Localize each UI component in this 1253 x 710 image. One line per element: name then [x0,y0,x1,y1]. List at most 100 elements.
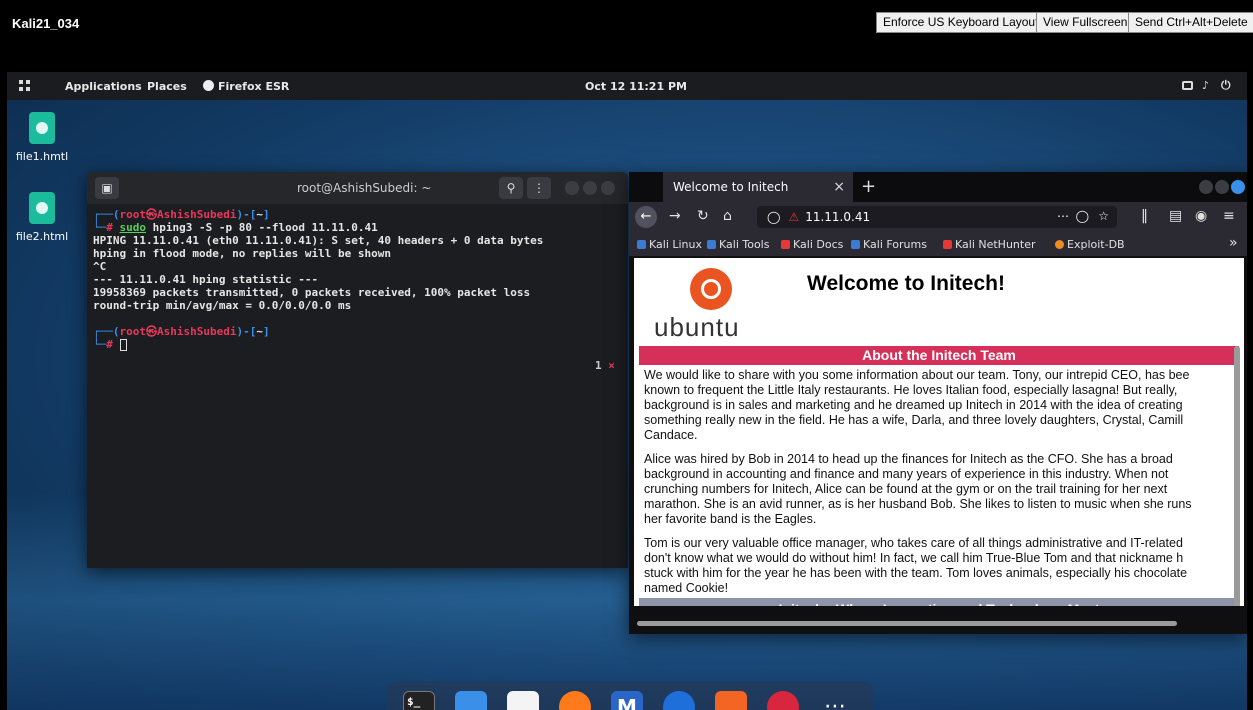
power-icon[interactable]: ⏻ [1221,78,1233,92]
url-text: 11.11.0.41 [805,210,871,224]
output-line: --- 11.11.0.41 hping statistic --- [93,273,319,286]
desktop-file-file1[interactable]: file1.hmtl [7,112,77,163]
new-tab-icon[interactable]: ▣ [95,177,119,199]
reload-button[interactable]: ↻ [697,208,709,224]
metasploit-icon[interactable]: M [611,691,643,710]
kali-tools-icon [707,240,716,249]
browser-tab[interactable]: Welcome to Initech × [663,172,853,202]
burpsuite-icon[interactable] [715,691,747,710]
enforce-keyboard-layout-button[interactable]: Enforce US Keyboard Layout [876,12,1046,33]
kali-docs-icon [781,240,790,249]
exploit-db-icon [1055,240,1064,249]
close-tab-icon[interactable]: × [833,179,845,195]
terminal-tab-badge[interactable]: 1 × [595,359,615,372]
prompt-user: root [119,208,147,221]
bookmark-kali-docs[interactable]: Kali Docs [781,238,843,251]
output-line: round-trip min/avg/max = 0.0/0.0/0.0 ms [93,299,352,312]
command-sudo: sudo [119,221,147,234]
tab-close-icon[interactable]: × [608,359,615,372]
new-tab-button[interactable]: + [861,176,876,197]
bookmark-label: Exploit-DB [1067,238,1125,251]
library-icon[interactable]: ‖ [1141,208,1148,224]
files-icon[interactable] [455,691,487,710]
bookmark-label: Kali Forums [863,238,927,251]
minimize-button[interactable] [565,181,579,195]
ubuntu-wordmark: ubuntu [654,312,740,342]
insecure-lock-icon[interactable]: ⚠ [788,210,799,224]
desktop: Applications Places Firefox ESR Oct 12 1… [7,72,1247,710]
show-apps-icon[interactable]: ⋯ [819,691,851,710]
send-ctrl-alt-delete-button[interactable]: Send Ctrl+Alt+Delete [1128,12,1253,33]
firefox-icon[interactable] [559,691,591,710]
forward-button[interactable]: → [669,208,681,224]
terminal-output[interactable]: ┌──(root㉿AshishSubedi)-[~] └─# sudo hpin… [87,204,628,568]
output-line: ^C [93,260,107,273]
kali-forums-icon [851,240,860,249]
output-line: HPING 11.11.0.41 (eth0 11.11.0.41): S se… [93,234,544,247]
text-editor-icon[interactable] [507,691,539,710]
terminal-title: root@AshishSubedi: ~ [297,181,432,195]
vertical-scrollbar[interactable] [1234,346,1240,606]
webpage-content[interactable]: ubuntu Welcome to Initech! About the Ini… [634,258,1244,606]
horizontal-scrollbar[interactable] [637,621,1177,626]
bookmarks-toolbar: Kali Linux Kali Tools Kali Docs Kali For… [629,232,1247,257]
prompt-user: root [119,325,147,338]
minimize-button[interactable] [1199,180,1213,194]
bookmarks-overflow-button[interactable]: » [1229,235,1238,251]
volume-icon[interactable]: ♪ [1202,79,1214,92]
terminal-icon[interactable]: $_ [403,691,435,710]
search-icon[interactable]: ⚲ [499,177,523,199]
terminal-window[interactable]: ▣ root@AshishSubedi: ~ ⚲ ⋮ ┌──(root㉿Ashi… [87,172,628,568]
wireshark-icon[interactable] [663,691,695,710]
prompt-host: AshishSubedi [157,325,237,338]
html-file-icon [29,112,55,144]
ubuntu-logo-icon [690,268,732,310]
close-button[interactable] [1231,180,1245,194]
bookmark-label: Kali Tools [719,238,770,251]
active-app-label: Firefox ESR [218,80,290,93]
desktop-file-file2[interactable]: file2.html [7,192,77,243]
html-file-icon [29,192,55,224]
terminal-titlebar[interactable]: ▣ root@AshishSubedi: ~ ⚲ ⋮ [87,172,628,204]
hamburger-menu-icon[interactable]: ≡ [1223,208,1235,224]
firefox-tabbar: Welcome to Initech × + [629,172,1247,202]
activities-grid-icon[interactable] [19,80,30,91]
screen-icon[interactable] [1182,81,1193,90]
view-fullscreen-button[interactable]: View Fullscreen [1036,12,1135,33]
bookmark-exploit-db[interactable]: Exploit-DB [1055,238,1125,251]
url-bar[interactable]: ◯ ⚠ 11.11.0.41 ⋯ ◯ ☆ [757,206,1117,228]
menu-icon[interactable]: ⋮ [527,177,551,199]
places-menu[interactable]: Places [147,80,187,93]
desktop-file-label: file1.hmtl [15,150,69,163]
pocket-icon[interactable]: ◯ [1076,209,1089,223]
nethunter-icon [943,240,952,249]
bookmark-kali-tools[interactable]: Kali Tools [707,238,769,251]
maximize-button[interactable] [583,181,597,195]
sidebar-icon[interactable]: ▤ [1169,208,1182,224]
firefox-navbar: ← → ↻ ⌂ ◯ ⚠ 11.11.0.41 ⋯ ◯ ☆ ‖ ▤ ◉ ≡ [629,202,1247,232]
maximize-button[interactable] [1215,180,1229,194]
firefox-window[interactable]: Welcome to Initech × + ← → ↻ ⌂ ◯ ⚠ 11.11.0… [629,172,1247,634]
section-heading: About the Initech Team [639,346,1239,365]
bookmark-star-icon[interactable]: ☆ [1098,209,1109,223]
firefox-app-indicator[interactable]: Firefox ESR [203,80,289,93]
page-actions-icon[interactable]: ⋯ [1057,209,1069,223]
bookmark-kali-nethunter[interactable]: Kali NetHunter [943,238,1036,251]
applications-menu[interactable]: Applications [65,80,142,93]
bookmark-label: Kali Linux [649,238,703,251]
kali-icon [637,240,646,249]
bookmark-kali-linux[interactable]: Kali Linux [637,238,702,251]
panel-clock[interactable]: Oct 12 11:21 PM [585,80,687,93]
shield-icon[interactable]: ◯ [767,210,780,224]
back-button[interactable]: ← [635,206,657,228]
firefox-icon [203,80,214,91]
command-text: hping3 -S -p 80 --flood 11.11.0.41 [152,221,378,234]
cherrytree-icon[interactable] [767,691,799,710]
bookmark-kali-forums[interactable]: Kali Forums [851,238,927,251]
dock: $_ M ⋯ [387,681,873,710]
home-button[interactable]: ⌂ [723,208,732,224]
account-icon[interactable]: ◉ [1195,208,1207,224]
output-line: hping in flood mode, no replies will be … [93,247,392,260]
paragraph-cfo: Alice was hired by Bob in 2014 to head u… [644,452,1192,526]
close-button[interactable] [601,181,615,195]
